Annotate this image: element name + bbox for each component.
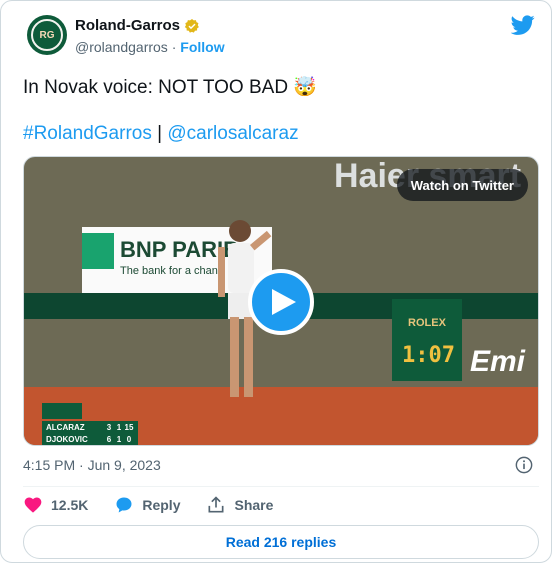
score-cell: 0 xyxy=(126,434,132,444)
divider xyxy=(23,486,539,487)
play-button[interactable] xyxy=(248,269,314,335)
verified-badge-icon xyxy=(184,18,199,33)
player-name: ALCARAZ xyxy=(46,422,85,432)
emirates-banner: Emi xyxy=(470,345,526,378)
lacoste-logo xyxy=(42,403,82,419)
handle-row: @rolandgarros · Follow xyxy=(75,39,225,55)
roland-garros-logo: RG xyxy=(31,19,63,51)
share-button[interactable]: Share xyxy=(206,495,273,515)
score-row: DJOKOVIC 6 1 0 xyxy=(42,433,138,445)
exploding-head-emoji: 🤯 xyxy=(293,77,317,98)
bnp-subtitle: The bank for a chan xyxy=(120,265,218,277)
play-icon xyxy=(272,289,296,315)
match-clock: 1:07 xyxy=(402,343,455,368)
reply-label: Reply xyxy=(142,497,181,513)
tweet-card: RG Roland-Garros @rolandgarros · Follow … xyxy=(0,0,552,563)
score-row: ALCARAZ 3 1 15 xyxy=(42,421,138,433)
info-icon[interactable] xyxy=(515,456,533,474)
score-cell: 6 xyxy=(106,434,112,444)
heart-icon xyxy=(24,497,42,513)
tweet-body: In Novak voice: NOT TOO BAD xyxy=(23,77,289,98)
share-icon xyxy=(208,496,224,513)
follow-button[interactable]: Follow xyxy=(180,39,224,55)
rolex-clock-board: ROLEX xyxy=(392,299,462,381)
tweet-timestamp[interactable]: 4:15 PM · Jun 9, 2023 xyxy=(23,457,161,473)
score-cell: 1 xyxy=(116,434,122,444)
video-player[interactable]: Haier smart BNP PARIB The bank for a cha… xyxy=(23,156,539,446)
display-name[interactable]: Roland-Garros xyxy=(75,17,180,34)
tweet-text: In Novak voice: NOT TOO BAD 🤯 xyxy=(23,75,317,99)
watch-on-twitter-button[interactable]: Watch on Twitter xyxy=(396,169,528,201)
action-bar: 12.5K Reply Share xyxy=(23,495,299,515)
score-cell: 3 xyxy=(106,422,112,432)
twitter-bird-icon[interactable] xyxy=(511,13,535,37)
share-label: Share xyxy=(234,497,274,513)
mention-link[interactable]: @carlosalcaraz xyxy=(167,123,298,144)
pipe-separator: | xyxy=(157,123,163,144)
reply-button[interactable]: Reply xyxy=(114,495,180,515)
scoreboard: ALCARAZ 3 1 15 DJOKOVIC 6 1 0 xyxy=(42,403,138,445)
tweet-links: #RolandGarros | @carlosalcaraz xyxy=(23,123,299,145)
reply-bubble-icon xyxy=(116,497,132,513)
like-button[interactable]: 12.5K xyxy=(23,495,88,515)
score-cell: 1 xyxy=(116,422,122,432)
player-name: DJOKOVIC xyxy=(46,434,88,444)
like-count: 12.5K xyxy=(51,497,89,513)
author-name-row: Roland-Garros xyxy=(75,17,200,34)
read-replies-button[interactable]: Read 216 replies xyxy=(23,525,539,559)
avatar[interactable]: RG xyxy=(27,15,67,55)
hashtag-link[interactable]: #RolandGarros xyxy=(23,123,152,144)
separator: · xyxy=(171,39,177,55)
score-cell: 15 xyxy=(124,422,134,432)
bnp-logo xyxy=(82,233,114,269)
handle[interactable]: @rolandgarros xyxy=(75,39,168,55)
